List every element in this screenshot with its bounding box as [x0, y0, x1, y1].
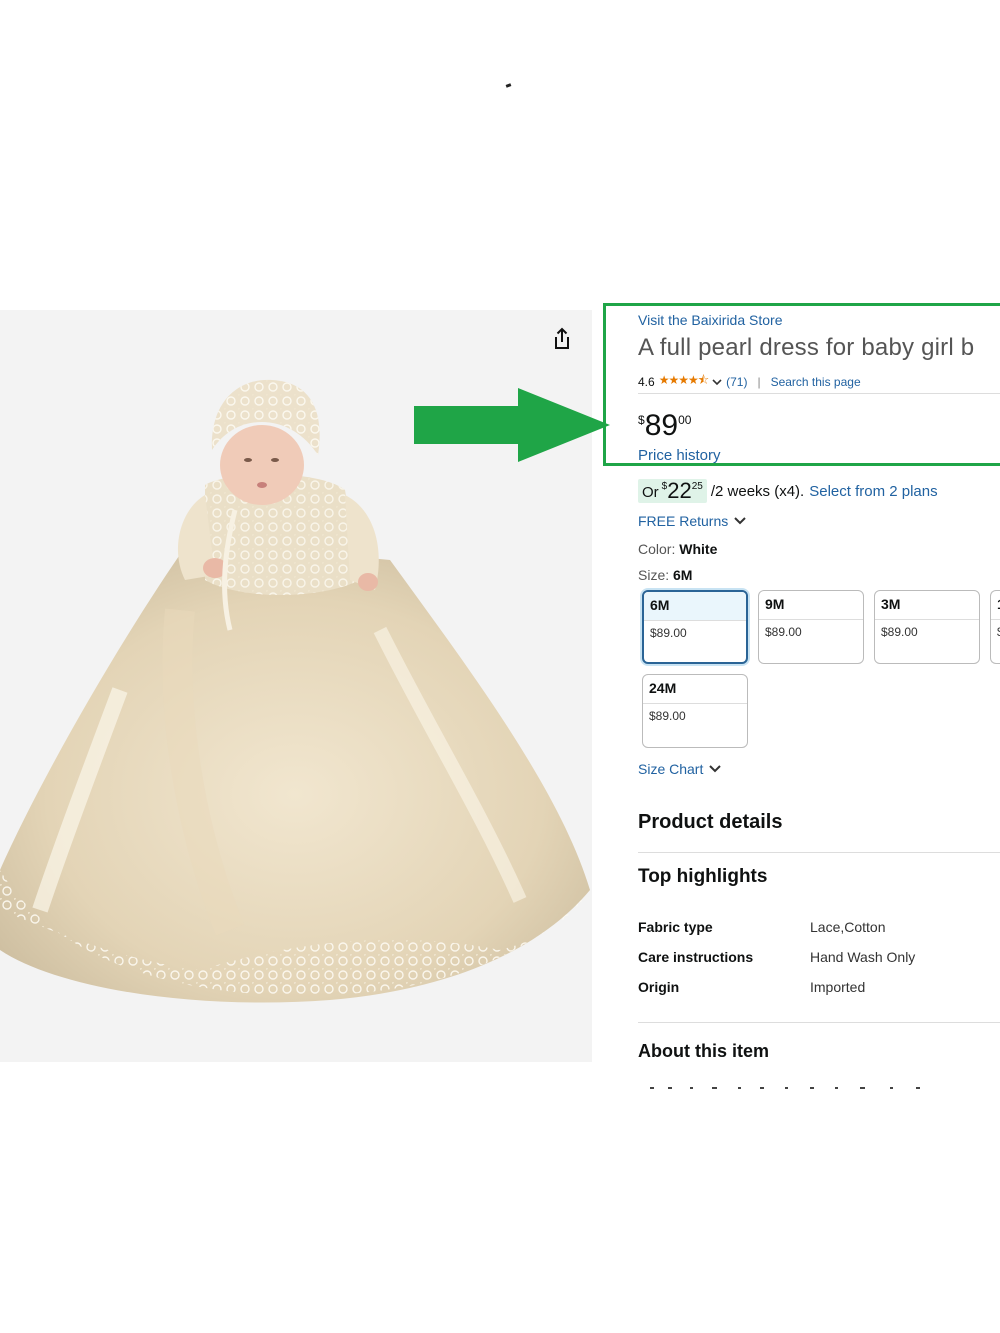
color-selection: Color: White [638, 541, 717, 557]
star-icon[interactable]: ★★★★⯪ [659, 371, 709, 392]
installment-whole: 22 [667, 478, 692, 503]
cutoff-text [650, 1087, 920, 1089]
divider [638, 1022, 1000, 1023]
size-option-price: $89.00 [650, 626, 687, 640]
divider [638, 393, 1000, 394]
top-highlights-heading: Top highlights [638, 866, 768, 887]
price-symbol: $ [638, 413, 645, 427]
size-option-price: $89.00 [881, 625, 918, 639]
product-title: A full pearl dress for baby girl b [638, 334, 975, 361]
free-returns-label: FREE Returns [638, 513, 729, 529]
installment-offer: Or $ 22 25 /2 weeks (x4). Select from 2 … [638, 479, 938, 503]
divider [638, 852, 1000, 853]
price-whole: 89 [644, 409, 679, 442]
size-value: 6M [673, 567, 693, 583]
size-option-price: $89.00 [649, 709, 686, 723]
color-label: Color: [638, 541, 676, 557]
price-fraction: 00 [678, 413, 692, 427]
installment-badge: Or $ 22 25 [638, 479, 707, 503]
size-chart-link[interactable]: Size Chart [638, 761, 722, 777]
installment-prefix: Or [642, 484, 659, 501]
installment-fraction: 25 [691, 481, 703, 492]
color-value: White [679, 541, 718, 557]
stray-mark [505, 83, 512, 88]
spec-value: Hand Wash Only [810, 949, 916, 965]
chevron-down-icon [734, 517, 746, 525]
size-option-partial[interactable]: 1 $ [990, 590, 1000, 664]
installment-term: /2 weeks (x4). [710, 482, 805, 500]
spec-value: Lace,Cotton [810, 919, 886, 935]
arrow-right-icon [414, 388, 610, 462]
size-option-price: $ [991, 620, 1000, 644]
size-chart-label: Size Chart [638, 761, 704, 777]
price-history-link[interactable]: Price history [638, 447, 721, 464]
size-option-price: $89.00 [765, 625, 802, 639]
chevron-down-icon [709, 765, 722, 773]
separator: | [757, 374, 761, 389]
share-icon[interactable] [548, 325, 576, 353]
spec-value: Imported [810, 979, 866, 995]
size-option-6m[interactable]: 6M $89.00 [642, 590, 748, 664]
spec-label: Fabric type [638, 919, 713, 935]
price: $ 89 00 [638, 409, 691, 443]
size-label: Size: [638, 567, 670, 583]
free-returns-link[interactable]: FREE Returns [638, 513, 746, 529]
spec-label: Origin [638, 979, 680, 995]
size-option-label: 6M [644, 592, 746, 620]
size-option-9m[interactable]: 9M $89.00 [758, 590, 864, 664]
product-details-heading: Product details [638, 811, 783, 833]
size-option-3m[interactable]: 3M $89.00 [874, 590, 980, 664]
size-option-label: 9M [765, 596, 785, 612]
plans-link[interactable]: Select from 2 plans [809, 483, 937, 500]
size-selection: Size: 6M [638, 567, 692, 583]
rating-count[interactable]: (71) [726, 375, 747, 389]
size-option-24m[interactable]: 24M $89.00 [642, 674, 748, 748]
size-option-label: 1 [991, 591, 1000, 619]
search-page-link[interactable]: Search this page [771, 375, 861, 389]
size-option-label: 24M [649, 680, 677, 696]
about-item-heading: About this item [638, 1041, 769, 1061]
rating-value: 4.6 [638, 374, 655, 389]
spec-label: Care instructions [638, 949, 754, 965]
store-link[interactable]: Visit the Baixirida Store [638, 312, 782, 328]
rating-row: 4.6 ★★★★⯪ (71) | Search this page [638, 371, 861, 392]
chevron-down-icon[interactable] [712, 377, 722, 387]
size-option-label: 3M [881, 596, 901, 612]
